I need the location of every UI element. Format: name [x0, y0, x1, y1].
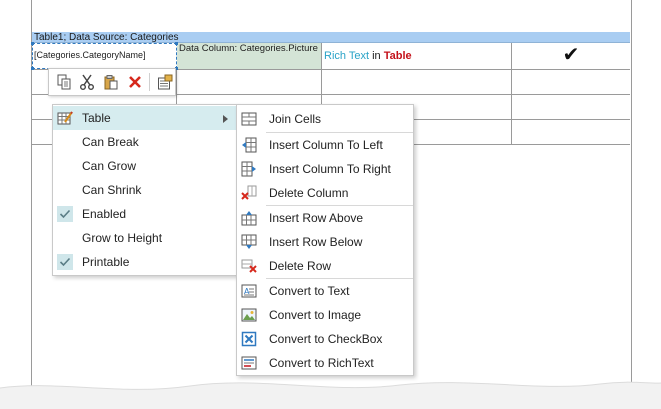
- menu-item-label: Convert to Image: [269, 308, 362, 322]
- delete-column-icon: [241, 185, 257, 201]
- convert-image-icon: [241, 307, 257, 323]
- menu-item-enabled[interactable]: Enabled: [53, 202, 236, 226]
- table-cell[interactable]: [322, 70, 512, 94]
- checkmark-icon: [57, 254, 73, 270]
- menu-item-insert-column-right[interactable]: Insert Column To Right: [237, 157, 413, 181]
- menu-item-delete-row[interactable]: Delete Row: [237, 254, 413, 278]
- menu-item-label: Can Grow: [82, 159, 137, 173]
- menu-item-label: Insert Column To Right: [269, 162, 391, 176]
- table-edit-icon: [57, 110, 73, 126]
- menu-item-printable[interactable]: Printable: [53, 250, 236, 274]
- selection-handle[interactable]: [31, 67, 34, 70]
- table-band-header[interactable]: Table1; Data Source: Categories: [32, 32, 630, 43]
- menu-item-label: Insert Row Above: [269, 211, 364, 225]
- table-cell[interactable]: [177, 70, 322, 94]
- delete-row-icon: [241, 258, 257, 274]
- menu-item-label: Can Break: [82, 135, 139, 149]
- convert-text-icon: A: [241, 283, 257, 299]
- menu-item-can-grow[interactable]: Can Grow: [53, 154, 236, 178]
- submenu-arrow-icon: [223, 115, 228, 123]
- category-name-cell[interactable]: [Categories.CategoryName]: [32, 43, 177, 69]
- picture-cell[interactable]: Data Column: Categories.Picture: [177, 43, 322, 69]
- menu-item-convert-to-text[interactable]: A Convert to Text: [237, 279, 413, 303]
- menu-item-label: Can Shrink: [82, 183, 142, 197]
- menu-item-grow-to-height[interactable]: Grow to Height: [53, 226, 236, 250]
- rich-text-word-1: Rich Text: [324, 50, 370, 62]
- insert-row-below-icon: [241, 234, 257, 250]
- table-cell[interactable]: [512, 120, 630, 144]
- menu-item-label: Printable: [82, 255, 130, 269]
- menu-item-label: Delete Column: [269, 186, 349, 200]
- menu-item-label: Grow to Height: [82, 231, 163, 245]
- menu-item-label: Delete Row: [269, 259, 332, 273]
- menu-item-can-break[interactable]: Can Break: [53, 130, 236, 154]
- menu-item-label: Insert Column To Left: [269, 138, 383, 152]
- check-mark-icon: ✔: [562, 44, 580, 66]
- checkmark-icon: [57, 206, 73, 222]
- menu-item-label: Convert to CheckBox: [269, 332, 383, 346]
- menu-item-label: Enabled: [82, 207, 127, 221]
- menu-item-label: Join Cells: [269, 112, 322, 126]
- selection-handle[interactable]: [175, 42, 178, 45]
- table-row: [Categories.CategoryName] Data Column: C…: [32, 43, 630, 70]
- mini-toolbar: [48, 68, 176, 96]
- convert-richtext-icon: [241, 355, 257, 371]
- menu-item-convert-to-image[interactable]: Convert to Image: [237, 303, 413, 327]
- menu-item-insert-row-above[interactable]: Insert Row Above: [237, 206, 413, 230]
- paste-icon[interactable]: [101, 72, 121, 92]
- join-cells-icon: [241, 111, 257, 127]
- table-cell[interactable]: [512, 95, 630, 119]
- menu-item-delete-column[interactable]: Delete Column: [237, 181, 413, 205]
- toolbar-separator: [149, 73, 151, 91]
- menu-item-join-cells[interactable]: Join Cells: [237, 107, 413, 131]
- menu-item-label: Insert Row Below: [269, 235, 363, 249]
- menu-item-table[interactable]: Table: [53, 106, 236, 130]
- context-menu: Table Can Break Can Grow Can Shrink Enab…: [52, 104, 237, 276]
- insert-column-left-icon: [241, 137, 257, 153]
- cut-icon[interactable]: [78, 72, 98, 92]
- menu-item-convert-to-checkbox[interactable]: Convert to CheckBox: [237, 327, 413, 351]
- insert-row-above-icon: [241, 210, 257, 226]
- torn-edge-decoration: [0, 381, 661, 409]
- copy-icon[interactable]: [54, 72, 74, 92]
- rich-text-cell[interactable]: Rich Text in Table: [322, 43, 512, 69]
- convert-checkbox-icon: [241, 331, 257, 347]
- properties-icon[interactable]: [155, 72, 175, 92]
- menu-item-can-shrink[interactable]: Can Shrink: [53, 178, 236, 202]
- delete-icon[interactable]: [125, 72, 145, 92]
- table-cell[interactable]: [512, 70, 630, 94]
- selection-handle[interactable]: [31, 42, 34, 45]
- menu-item-label: Convert to Text: [269, 284, 350, 298]
- insert-column-right-icon: [241, 161, 257, 177]
- table-submenu: Join Cells Insert Column To Left Insert …: [236, 104, 414, 376]
- menu-item-insert-column-left[interactable]: Insert Column To Left: [237, 133, 413, 157]
- checkbox-cell[interactable]: ✔: [512, 43, 630, 69]
- rich-text-word-3: Table: [383, 50, 412, 62]
- menu-item-insert-row-below[interactable]: Insert Row Below: [237, 230, 413, 254]
- menu-item-label: Table: [82, 111, 111, 125]
- rich-text-word-2: in: [369, 50, 384, 62]
